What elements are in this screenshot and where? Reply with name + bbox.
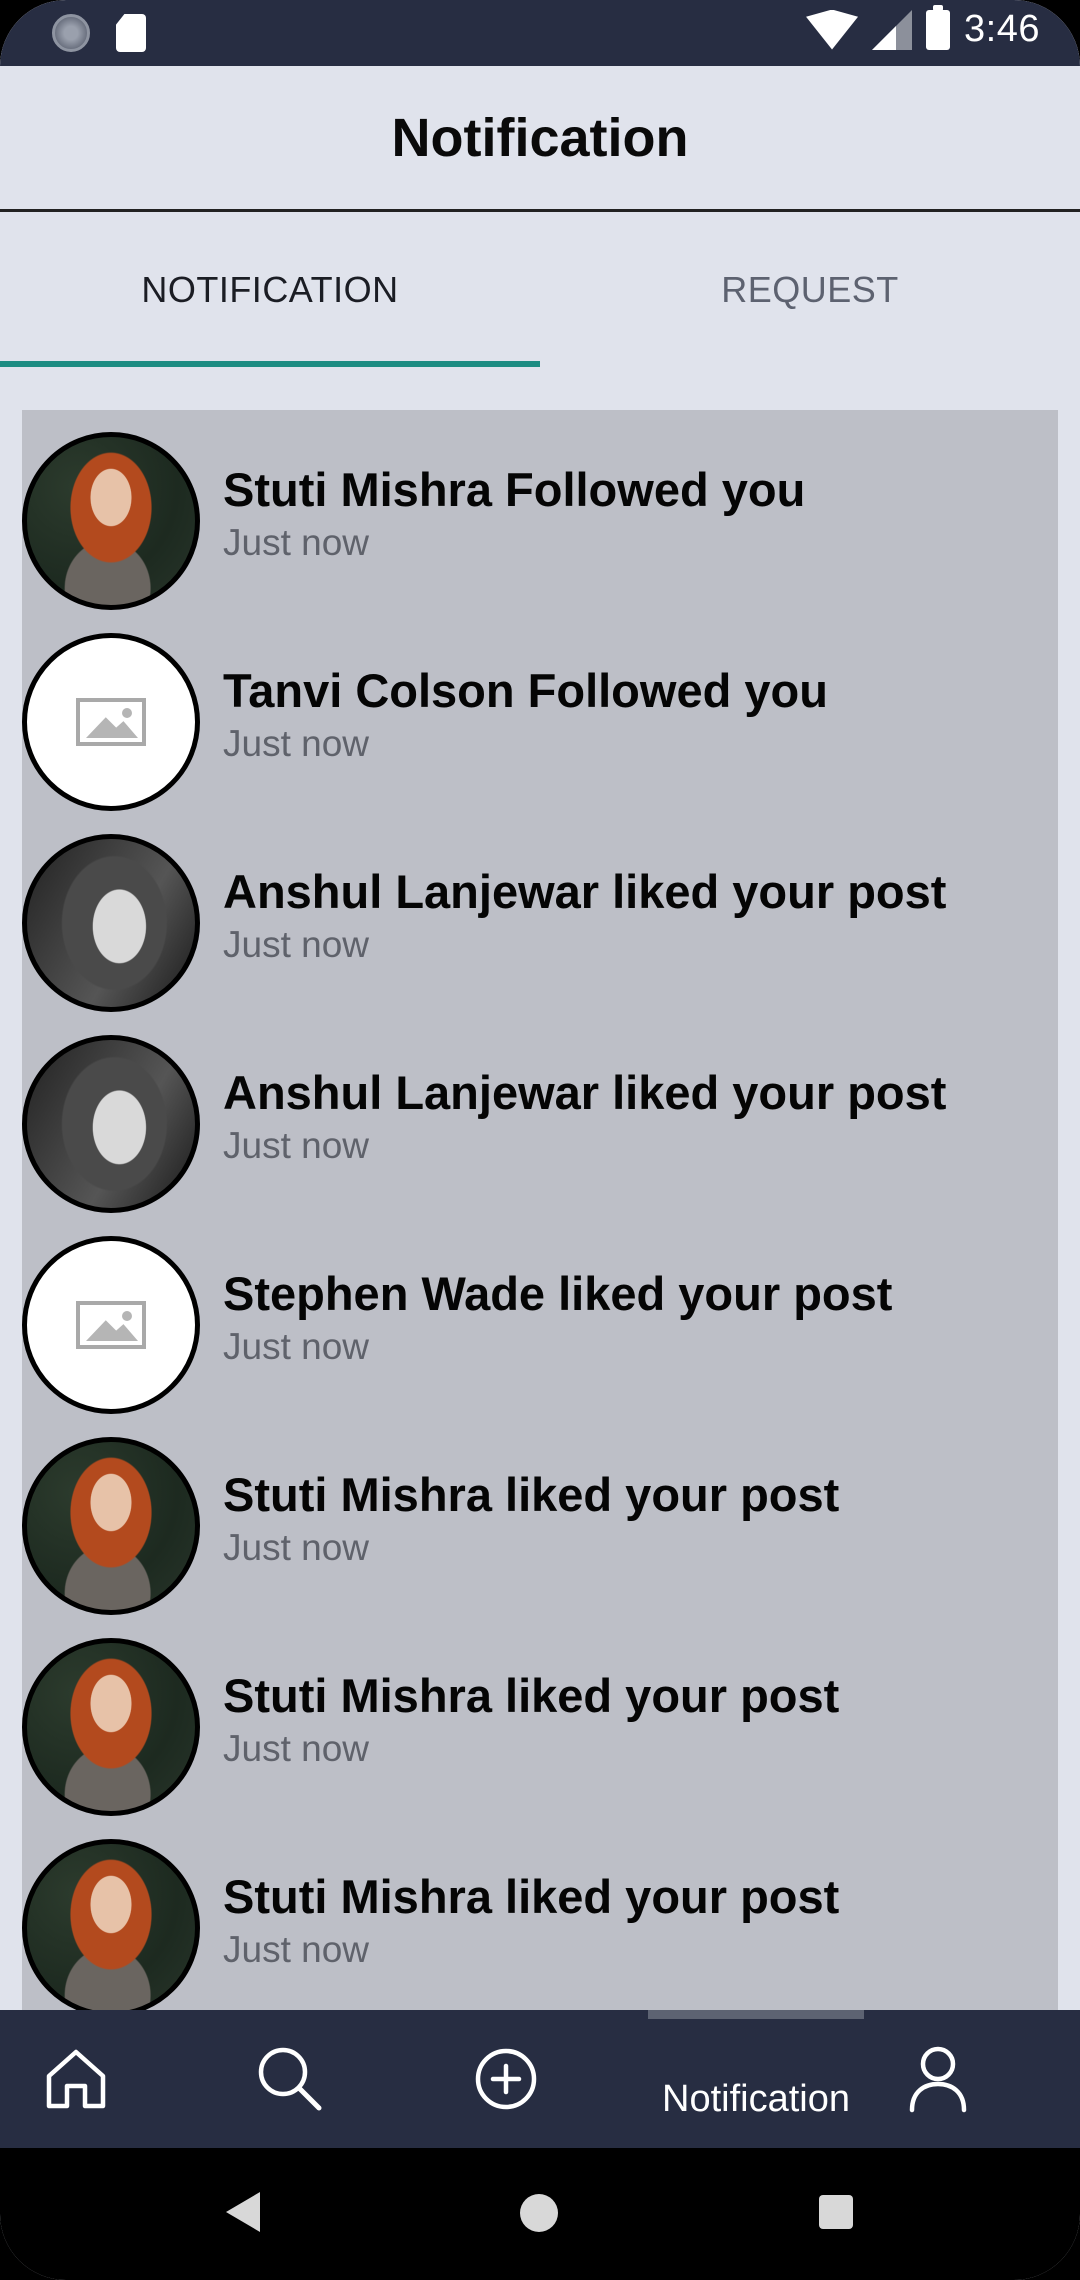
notification-text: Stuti Mishra liked your post: [223, 1468, 840, 1521]
notification-time: Just now: [223, 924, 370, 965]
image-placeholder-icon: [76, 1301, 146, 1349]
tab-bar: NOTIFICATION REQUEST: [0, 212, 1080, 367]
notification-time: Just now: [223, 1728, 370, 1769]
phone-screen: 3:46 Notification NOTIFICATION REQUEST S…: [0, 0, 1080, 2280]
avatar[interactable]: [22, 1035, 200, 1213]
search-icon: [258, 2047, 322, 2111]
avatar[interactable]: [22, 1638, 200, 1816]
status-bar: 3:46: [0, 0, 1080, 66]
notification-text: Stuti Mishra liked your post: [223, 1870, 840, 1923]
tab-label: NOTIFICATION: [141, 268, 399, 310]
status-time: 3:46: [964, 8, 1040, 50]
notification-time: Just now: [223, 1326, 370, 1367]
sd-card-icon: [116, 14, 146, 52]
home-circle-icon[interactable]: [520, 2194, 558, 2232]
notification-text: Stuti Mishra Followed you: [223, 463, 806, 516]
notification-time: Just now: [223, 723, 370, 764]
avatar[interactable]: [22, 633, 200, 811]
nav-home[interactable]: [36, 2010, 116, 2148]
home-icon: [46, 2049, 106, 2109]
nav-notification-label: Notification: [662, 2077, 850, 2120]
notification-text: Stephen Wade liked your post: [223, 1267, 893, 1320]
page-title: Notification: [391, 107, 689, 168]
notification-time: Just now: [223, 1527, 370, 1568]
signal-icon: [872, 9, 913, 50]
notification-text: Anshul Lanjewar liked your post: [223, 865, 947, 918]
status-left-icons: [52, 14, 146, 52]
notification-time: Just now: [223, 522, 370, 563]
avatar[interactable]: [22, 1437, 200, 1615]
avatar[interactable]: [22, 1236, 200, 1414]
list-item[interactable]: Stuti Mishra liked your post Just now: [22, 1616, 1058, 1817]
recent-apps-icon[interactable]: [819, 2195, 853, 2229]
notification-time: Just now: [223, 1929, 370, 1970]
notification-time: Just now: [223, 1125, 370, 1166]
sync-icon: [52, 14, 90, 52]
add-icon: [475, 2048, 537, 2110]
avatar[interactable]: [22, 834, 200, 1012]
list-item[interactable]: Stuti Mishra liked your post Just now: [22, 1415, 1058, 1616]
image-placeholder-icon: [76, 698, 146, 746]
bottom-nav: Notification: [0, 2010, 1080, 2148]
nav-notification[interactable]: Notification: [648, 2010, 864, 2148]
app-header: Notification: [0, 66, 1080, 212]
nav-add[interactable]: [466, 2010, 546, 2148]
status-right-icons: 3:46: [806, 4, 1040, 51]
list-item[interactable]: Stuti Mishra liked your post Just now: [22, 1817, 1058, 2010]
profile-icon: [909, 2046, 967, 2113]
tab-request[interactable]: REQUEST: [540, 212, 1080, 367]
notification-text: Tanvi Colson Followed you: [223, 664, 828, 717]
nav-profile[interactable]: [898, 2010, 978, 2148]
active-indicator: [648, 2010, 864, 2019]
list-item[interactable]: Stuti Mishra Followed you Just now: [22, 410, 1058, 611]
notification-text: Stuti Mishra liked your post: [223, 1669, 840, 1722]
list-item[interactable]: Tanvi Colson Followed you Just now: [22, 611, 1058, 812]
notification-text: Anshul Lanjewar liked your post: [223, 1066, 947, 1119]
back-icon[interactable]: [226, 2192, 260, 2232]
list-item[interactable]: Anshul Lanjewar liked your post Just now: [22, 1013, 1058, 1214]
list-item[interactable]: Anshul Lanjewar liked your post Just now: [22, 812, 1058, 1013]
tab-label: REQUEST: [721, 268, 899, 310]
notification-list[interactable]: Stuti Mishra Followed you Just now Tanvi…: [22, 410, 1058, 2010]
avatar[interactable]: [22, 1839, 200, 2010]
system-nav-bar: [0, 2148, 1080, 2280]
avatar[interactable]: [22, 432, 200, 610]
tab-notification[interactable]: NOTIFICATION: [0, 212, 540, 367]
wifi-icon: [806, 9, 859, 50]
battery-icon: [926, 4, 951, 50]
nav-search[interactable]: [250, 2010, 330, 2148]
list-item[interactable]: Stephen Wade liked your post Just now: [22, 1214, 1058, 1415]
